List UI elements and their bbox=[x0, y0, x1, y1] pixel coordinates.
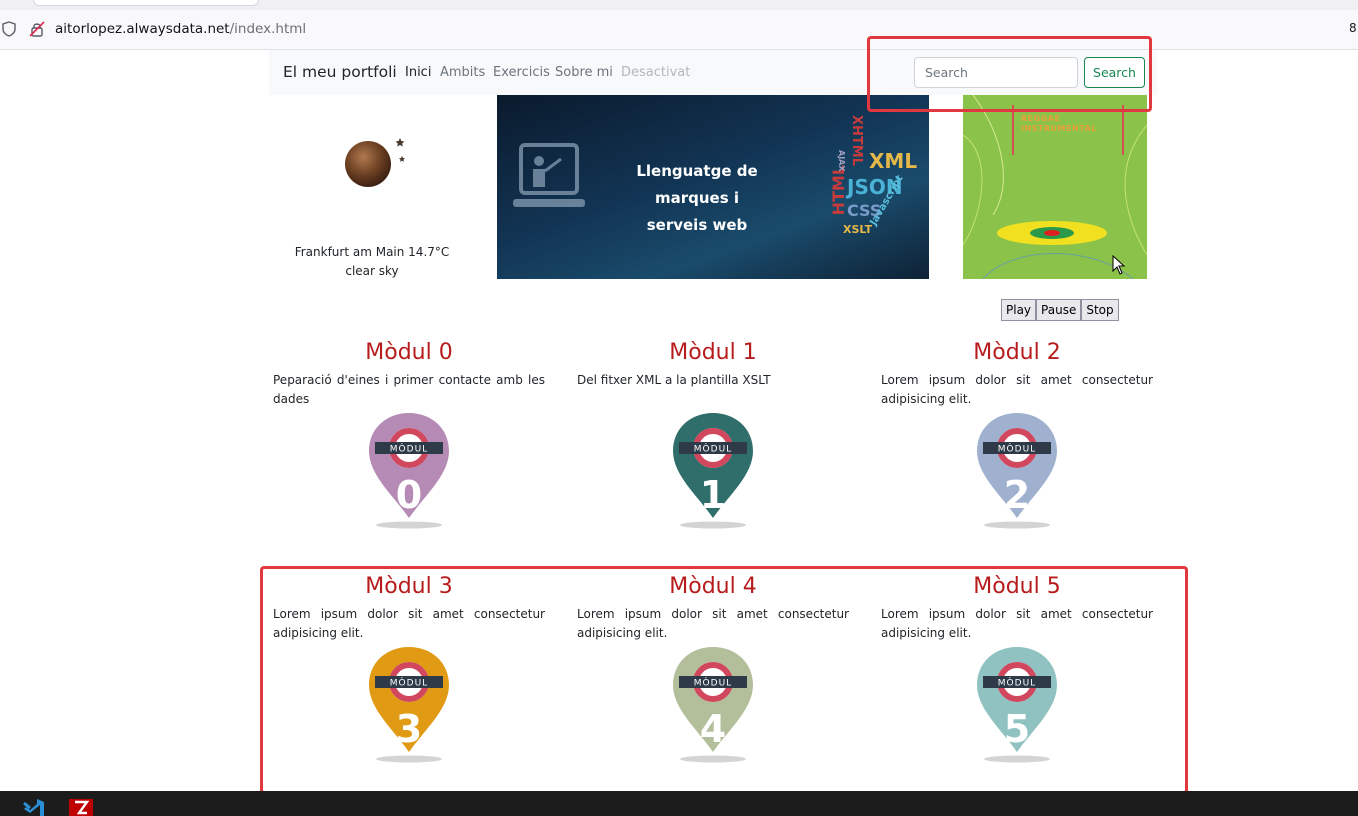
music-album-art: REGGAE INSTRUMENTAL bbox=[963, 95, 1147, 279]
nav-link-inici[interactable]: Inici bbox=[405, 65, 431, 80]
module-card: Mòdul 4 Lorem ipsum dolor sit amet conse… bbox=[577, 574, 849, 765]
browser-url-bar[interactable]: aitorlopez.alwaysdata.net/index.html 8 bbox=[0, 10, 1358, 50]
pin-shadow bbox=[680, 755, 746, 763]
pin-number: 4 bbox=[700, 707, 726, 751]
module-description: Lorem ipsum dolor sit amet consectetur a… bbox=[881, 373, 1153, 406]
pin-shadow bbox=[376, 755, 442, 763]
cloud-word-html: HTML bbox=[829, 165, 848, 216]
stop-button[interactable]: Stop bbox=[1081, 299, 1119, 321]
module-card: Mòdul 5 Lorem ipsum dolor sit amet conse… bbox=[881, 574, 1153, 765]
pin-number: 2 bbox=[1004, 473, 1030, 517]
banner-title: Llenguatge de marques i serveis web bbox=[597, 158, 797, 239]
module-title[interactable]: Mòdul 4 bbox=[577, 574, 849, 599]
url-text[interactable]: aitorlopez.alwaysdata.net/index.html bbox=[55, 21, 306, 37]
module-description: Lorem ipsum dolor sit amet consectetur a… bbox=[273, 607, 545, 640]
module-map-pin-icon[interactable]: MÒDUL 1 bbox=[673, 413, 753, 531]
shield-icon[interactable] bbox=[2, 21, 16, 37]
music-title: REGGAE INSTRUMENTAL bbox=[1021, 114, 1097, 134]
cloud-word-xslt: XSLT bbox=[843, 223, 873, 236]
pin-badge-text: MÒDUL bbox=[390, 677, 428, 689]
weather-description: clear sky bbox=[345, 264, 399, 278]
navbar-brand[interactable]: El meu portfoli bbox=[283, 63, 397, 81]
teacher-screen-icon bbox=[513, 143, 585, 207]
pin-number: 0 bbox=[396, 473, 422, 517]
pin-shadow bbox=[680, 521, 746, 529]
module-map-pin-icon[interactable]: MÒDUL 5 bbox=[977, 647, 1057, 765]
pin-badge-text: MÒDUL bbox=[694, 443, 732, 455]
module-card: Mòdul 3 Lorem ipsum dolor sit amet conse… bbox=[273, 574, 545, 765]
pin-shadow bbox=[376, 521, 442, 529]
navbar: El meu portfoli Inici Ambits Exercicis S… bbox=[269, 50, 1157, 95]
search-input[interactable] bbox=[914, 57, 1078, 88]
nav-link-exercicis[interactable]: Exercicis bbox=[493, 65, 550, 80]
module-title[interactable]: Mòdul 2 bbox=[881, 340, 1153, 365]
module-description: Lorem ipsum dolor sit amet consectetur a… bbox=[577, 607, 849, 640]
music-title-line-1: REGGAE bbox=[1021, 114, 1061, 123]
nav-link-ambits[interactable]: Ambits bbox=[440, 65, 485, 80]
pin-shadow bbox=[984, 521, 1050, 529]
pin-badge-text: MÒDUL bbox=[390, 443, 428, 455]
filezilla-icon[interactable] bbox=[69, 799, 93, 816]
os-taskbar bbox=[0, 791, 1358, 816]
vscode-icon[interactable] bbox=[20, 799, 44, 816]
module-map-pin-icon[interactable]: MÒDUL 2 bbox=[977, 413, 1057, 531]
audio-player-controls: Play Pause Stop bbox=[1001, 299, 1119, 321]
nav-link-desactivat: Desactivat bbox=[621, 65, 691, 80]
play-button[interactable]: Play bbox=[1001, 299, 1037, 321]
pin-shadow bbox=[984, 755, 1050, 763]
pause-button[interactable]: Pause bbox=[1036, 299, 1082, 321]
toolbar-edge-text: 8 bbox=[1349, 21, 1357, 35]
module-title[interactable]: Mòdul 3 bbox=[273, 574, 545, 599]
insecure-lock-icon[interactable] bbox=[29, 21, 45, 37]
mouse-cursor-icon bbox=[1112, 255, 1126, 275]
cloud-word-xhtml: XHTML bbox=[849, 115, 864, 166]
cloud-word-ajax: AJAX bbox=[837, 150, 846, 172]
url-path: /index.html bbox=[229, 21, 307, 37]
module-title[interactable]: Mòdul 1 bbox=[577, 340, 849, 365]
module-description: Peparació d'eines i primer contacte amb … bbox=[273, 373, 545, 406]
module-card: Mòdul 1 Del fitxer XML a la plantilla XS… bbox=[577, 340, 849, 531]
course-banner-image: Llenguatge de marques i serveis web XML … bbox=[497, 95, 929, 279]
cloud-word-xml: XML bbox=[869, 149, 918, 173]
music-title-line-2: INSTRUMENTAL bbox=[1021, 124, 1097, 133]
banner-title-line-1: Llenguatge de marques i bbox=[636, 162, 758, 207]
module-card: Mòdul 0 Peparació d'eines i primer conta… bbox=[273, 340, 545, 531]
module-map-pin-icon[interactable]: MÒDUL 4 bbox=[673, 647, 753, 765]
nav-link-sobre-mi[interactable]: Sobre mi bbox=[555, 65, 613, 80]
module-description: Lorem ipsum dolor sit amet consectetur a… bbox=[881, 607, 1153, 640]
banner-title-line-2: serveis web bbox=[646, 216, 748, 234]
pin-badge-text: MÒDUL bbox=[998, 443, 1036, 455]
module-title[interactable]: Mòdul 0 bbox=[273, 340, 545, 365]
module-card: Mòdul 2 Lorem ipsum dolor sit amet conse… bbox=[881, 340, 1153, 531]
module-title[interactable]: Mòdul 5 bbox=[881, 574, 1153, 599]
module-description: Del fitxer XML a la plantilla XSLT bbox=[577, 373, 771, 387]
weather-city-temperature: Frankfurt am Main 14.7°C bbox=[294, 245, 450, 259]
search-button[interactable]: Search bbox=[1084, 57, 1145, 88]
pin-number: 5 bbox=[1004, 707, 1030, 751]
moon-night-icon bbox=[345, 138, 405, 187]
pin-badge-text: MÒDUL bbox=[998, 677, 1036, 689]
url-host: aitorlopez.alwaysdata.net bbox=[55, 21, 230, 37]
pin-number: 1 bbox=[700, 473, 726, 517]
browser-active-tab[interactable] bbox=[33, 0, 259, 6]
pin-badge-text: MÒDUL bbox=[694, 677, 732, 689]
pin-number: 3 bbox=[396, 707, 422, 751]
module-map-pin-icon[interactable]: MÒDUL 0 bbox=[369, 413, 449, 531]
module-map-pin-icon[interactable]: MÒDUL 3 bbox=[369, 647, 449, 765]
